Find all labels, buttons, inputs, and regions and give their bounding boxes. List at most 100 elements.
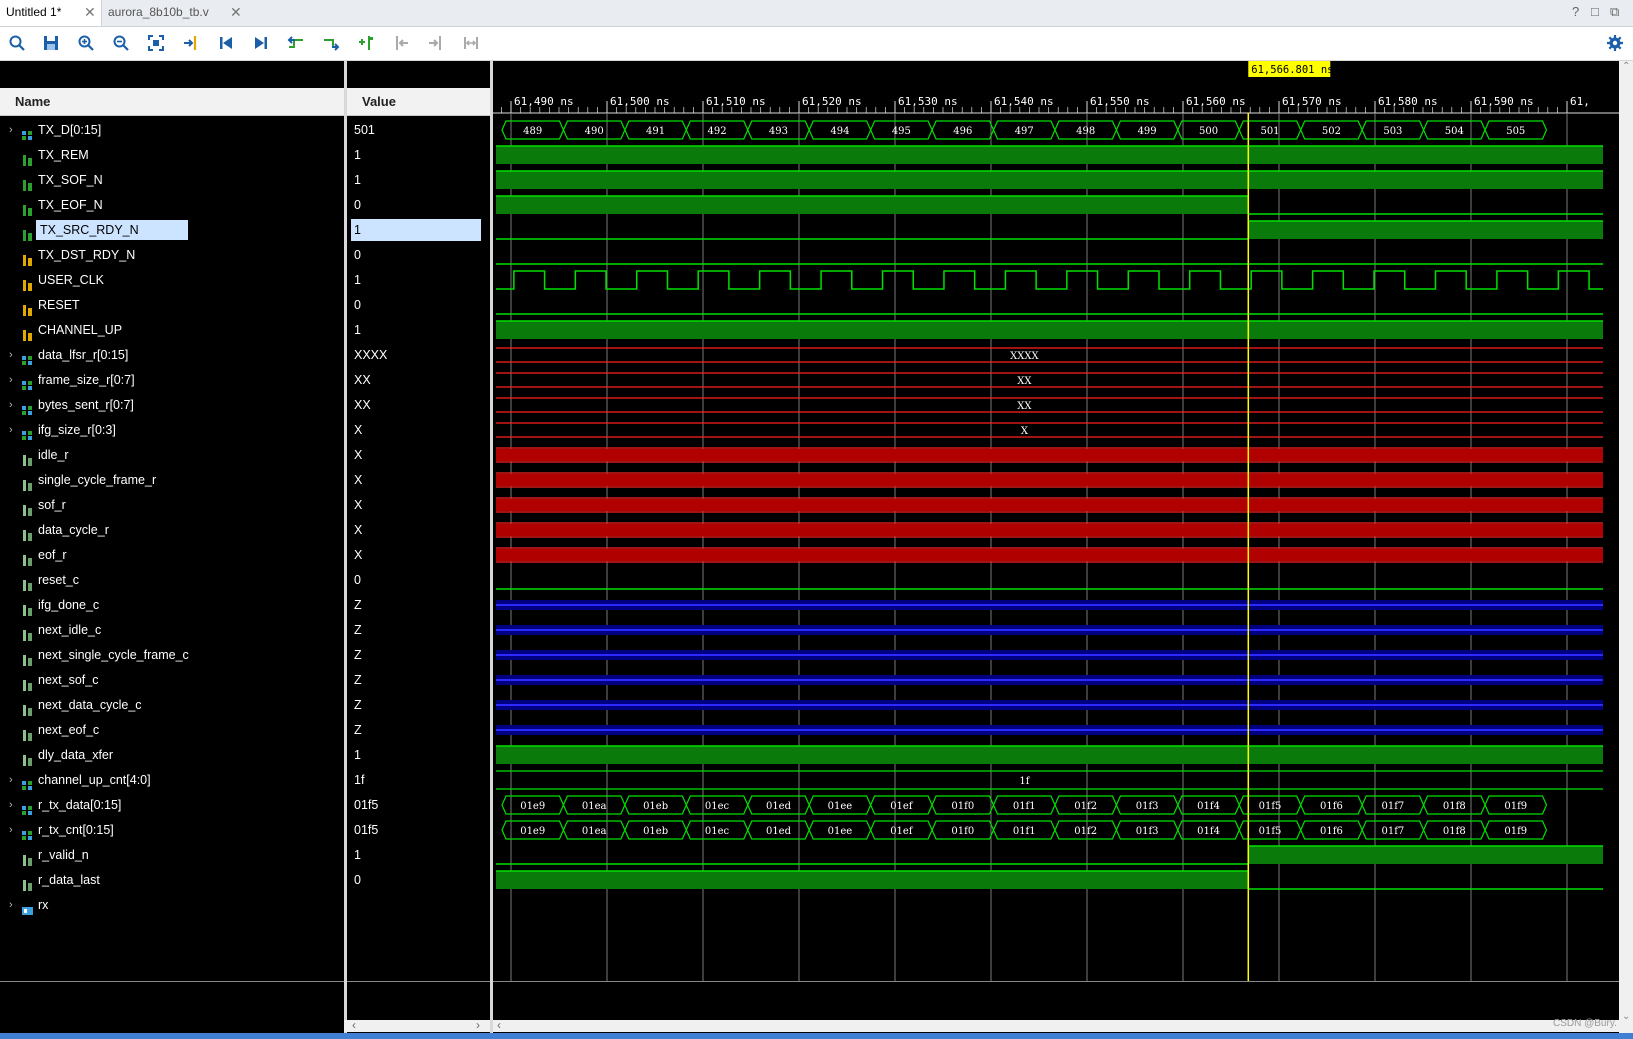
add-marker-icon[interactable] <box>355 32 377 54</box>
expand-arrow-icon[interactable]: › <box>9 118 13 142</box>
signal-row[interactable]: CHANNEL_UP <box>0 318 340 342</box>
signal-row[interactable]: next_single_cycle_frame_c <box>0 643 340 667</box>
next-marker-icon[interactable] <box>425 32 447 54</box>
next-transition-icon[interactable] <box>320 32 342 54</box>
scroll-up-icon[interactable]: ⌃ <box>1622 61 1630 72</box>
signal-row[interactable]: single_cycle_frame_r <box>0 468 340 492</box>
signal-row[interactable]: next_sof_c <box>0 668 340 692</box>
signal-value[interactable]: X <box>354 468 362 492</box>
signal-value[interactable]: Z <box>354 693 362 717</box>
signal-row[interactable]: › rx <box>0 893 340 917</box>
maximize-icon[interactable]: □ <box>1591 4 1599 19</box>
signal-row[interactable]: TX_DST_RDY_N <box>0 243 340 267</box>
signal-value[interactable]: XX <box>354 393 371 417</box>
expand-arrow-icon[interactable]: › <box>9 818 13 842</box>
scroll-down-icon[interactable]: ⌄ <box>1622 1011 1630 1022</box>
signal-row[interactable]: reset_c <box>0 568 340 592</box>
signal-row[interactable]: › data_lfsr_r[0:15] <box>0 343 340 367</box>
signal-row[interactable]: › TX_D[0:15] <box>0 118 340 142</box>
value-column-header[interactable]: Value <box>347 88 490 116</box>
previous-transition-icon[interactable] <box>285 32 307 54</box>
signal-row[interactable]: › r_tx_cnt[0:15] <box>0 818 340 842</box>
zoom-out-icon[interactable] <box>110 32 132 54</box>
go-to-end-icon[interactable] <box>250 32 272 54</box>
zoom-in-icon[interactable] <box>75 32 97 54</box>
signal-value[interactable]: X <box>354 443 362 467</box>
signal-value[interactable]: 1 <box>354 268 361 292</box>
expand-arrow-icon[interactable]: › <box>9 893 13 917</box>
signal-value[interactable]: 01f5 <box>354 793 378 817</box>
expand-arrow-icon[interactable]: › <box>9 418 13 442</box>
scroll-left-icon[interactable]: ‹ <box>497 1018 501 1032</box>
signal-value[interactable]: X <box>354 518 362 542</box>
signal-row[interactable]: sof_r <box>0 493 340 517</box>
signal-row[interactable]: TX_SOF_N <box>0 168 340 192</box>
signal-value[interactable]: 1 <box>354 843 361 867</box>
signal-value[interactable]: X <box>354 418 362 442</box>
vertical-scrollbar[interactable]: ⌃ ⌄ <box>1619 61 1633 1033</box>
float-icon[interactable]: ⧉ <box>1610 4 1619 20</box>
signal-row[interactable]: RESET <box>0 293 340 317</box>
signal-row[interactable]: › channel_up_cnt[4:0] <box>0 768 340 792</box>
signal-value[interactable]: 0 <box>354 568 361 592</box>
signal-row[interactable]: TX_EOF_N <box>0 193 340 217</box>
signal-value[interactable]: Z <box>354 643 362 667</box>
signal-value[interactable]: Z <box>354 593 362 617</box>
signal-row[interactable]: idle_r <box>0 443 340 467</box>
close-icon[interactable]: ✕ <box>230 0 242 24</box>
search-icon[interactable] <box>6 32 28 54</box>
signal-value[interactable]: 1f <box>354 768 364 792</box>
scroll-right-icon[interactable]: › <box>476 1018 480 1032</box>
signal-row[interactable]: data_cycle_r <box>0 518 340 542</box>
signal-row[interactable]: USER_CLK <box>0 268 340 292</box>
value-horizontal-scrollbar[interactable]: ‹ › <box>344 1018 490 1032</box>
signal-row[interactable]: › ifg_size_r[0:3] <box>0 418 340 442</box>
tab-aurora-tb[interactable]: aurora_8b10b_tb.v ✕ <box>102 0 248 26</box>
expand-arrow-icon[interactable]: › <box>9 343 13 367</box>
zoom-fit-icon[interactable] <box>145 32 167 54</box>
signal-value[interactable]: 0 <box>354 243 361 267</box>
wave-horizontal-scrollbar[interactable]: ‹ <box>493 1018 1619 1032</box>
signal-row[interactable]: ifg_done_c <box>0 593 340 617</box>
close-icon[interactable]: ✕ <box>84 0 96 24</box>
signal-value[interactable]: 0 <box>354 293 361 317</box>
signal-value[interactable]: 1 <box>354 743 361 767</box>
signal-value[interactable]: 501 <box>354 118 375 142</box>
signal-value[interactable]: 01f5 <box>354 818 378 842</box>
expand-arrow-icon[interactable]: › <box>9 793 13 817</box>
waveform-canvas[interactable]: 61,490 ns 61,500 ns 61,510 ns 61,520 ns 61,5… <box>492 61 1619 1020</box>
signal-value[interactable]: 1 <box>351 219 481 241</box>
signal-value[interactable]: X <box>354 493 362 517</box>
signal-row[interactable]: eof_r <box>0 543 340 567</box>
go-to-start-icon[interactable] <box>215 32 237 54</box>
signal-row[interactable]: › bytes_sent_r[0:7] <box>0 393 340 417</box>
signal-row[interactable]: r_valid_n <box>0 843 340 867</box>
signal-row[interactable]: next_idle_c <box>0 618 340 642</box>
save-icon[interactable] <box>40 32 62 54</box>
signal-value[interactable]: XX <box>354 368 371 392</box>
signal-value[interactable]: 0 <box>354 868 361 892</box>
settings-icon[interactable] <box>1604 32 1626 54</box>
tab-untitled-1[interactable]: Untitled 1* ✕ <box>0 0 102 26</box>
signal-value[interactable]: XXXX <box>354 343 387 367</box>
previous-marker-icon[interactable] <box>390 32 412 54</box>
signal-row[interactable]: next_data_cycle_c <box>0 693 340 717</box>
expand-arrow-icon[interactable]: › <box>9 368 13 392</box>
signal-value[interactable]: 1 <box>354 168 361 192</box>
name-column-header[interactable]: Name <box>0 88 344 116</box>
signal-row[interactable]: › r_tx_data[0:15] <box>0 793 340 817</box>
signal-row[interactable]: › frame_size_r[0:7] <box>0 368 340 392</box>
signal-value[interactable]: Z <box>354 718 362 742</box>
help-icon[interactable]: ? <box>1572 4 1579 19</box>
signal-row[interactable]: r_data_last <box>0 868 340 892</box>
scroll-left-icon[interactable]: ‹ <box>352 1018 356 1032</box>
swap-cursors-icon[interactable] <box>460 32 482 54</box>
pane-splitter[interactable] <box>344 61 347 1033</box>
expand-arrow-icon[interactable]: › <box>9 768 13 792</box>
expand-arrow-icon[interactable]: › <box>9 393 13 417</box>
signal-value[interactable]: 0 <box>354 193 361 217</box>
signal-row[interactable]: TX_REM <box>0 143 340 167</box>
signal-value[interactable]: 1 <box>354 143 361 167</box>
signal-value[interactable]: Z <box>354 668 362 692</box>
signal-value[interactable]: 1 <box>354 318 361 342</box>
